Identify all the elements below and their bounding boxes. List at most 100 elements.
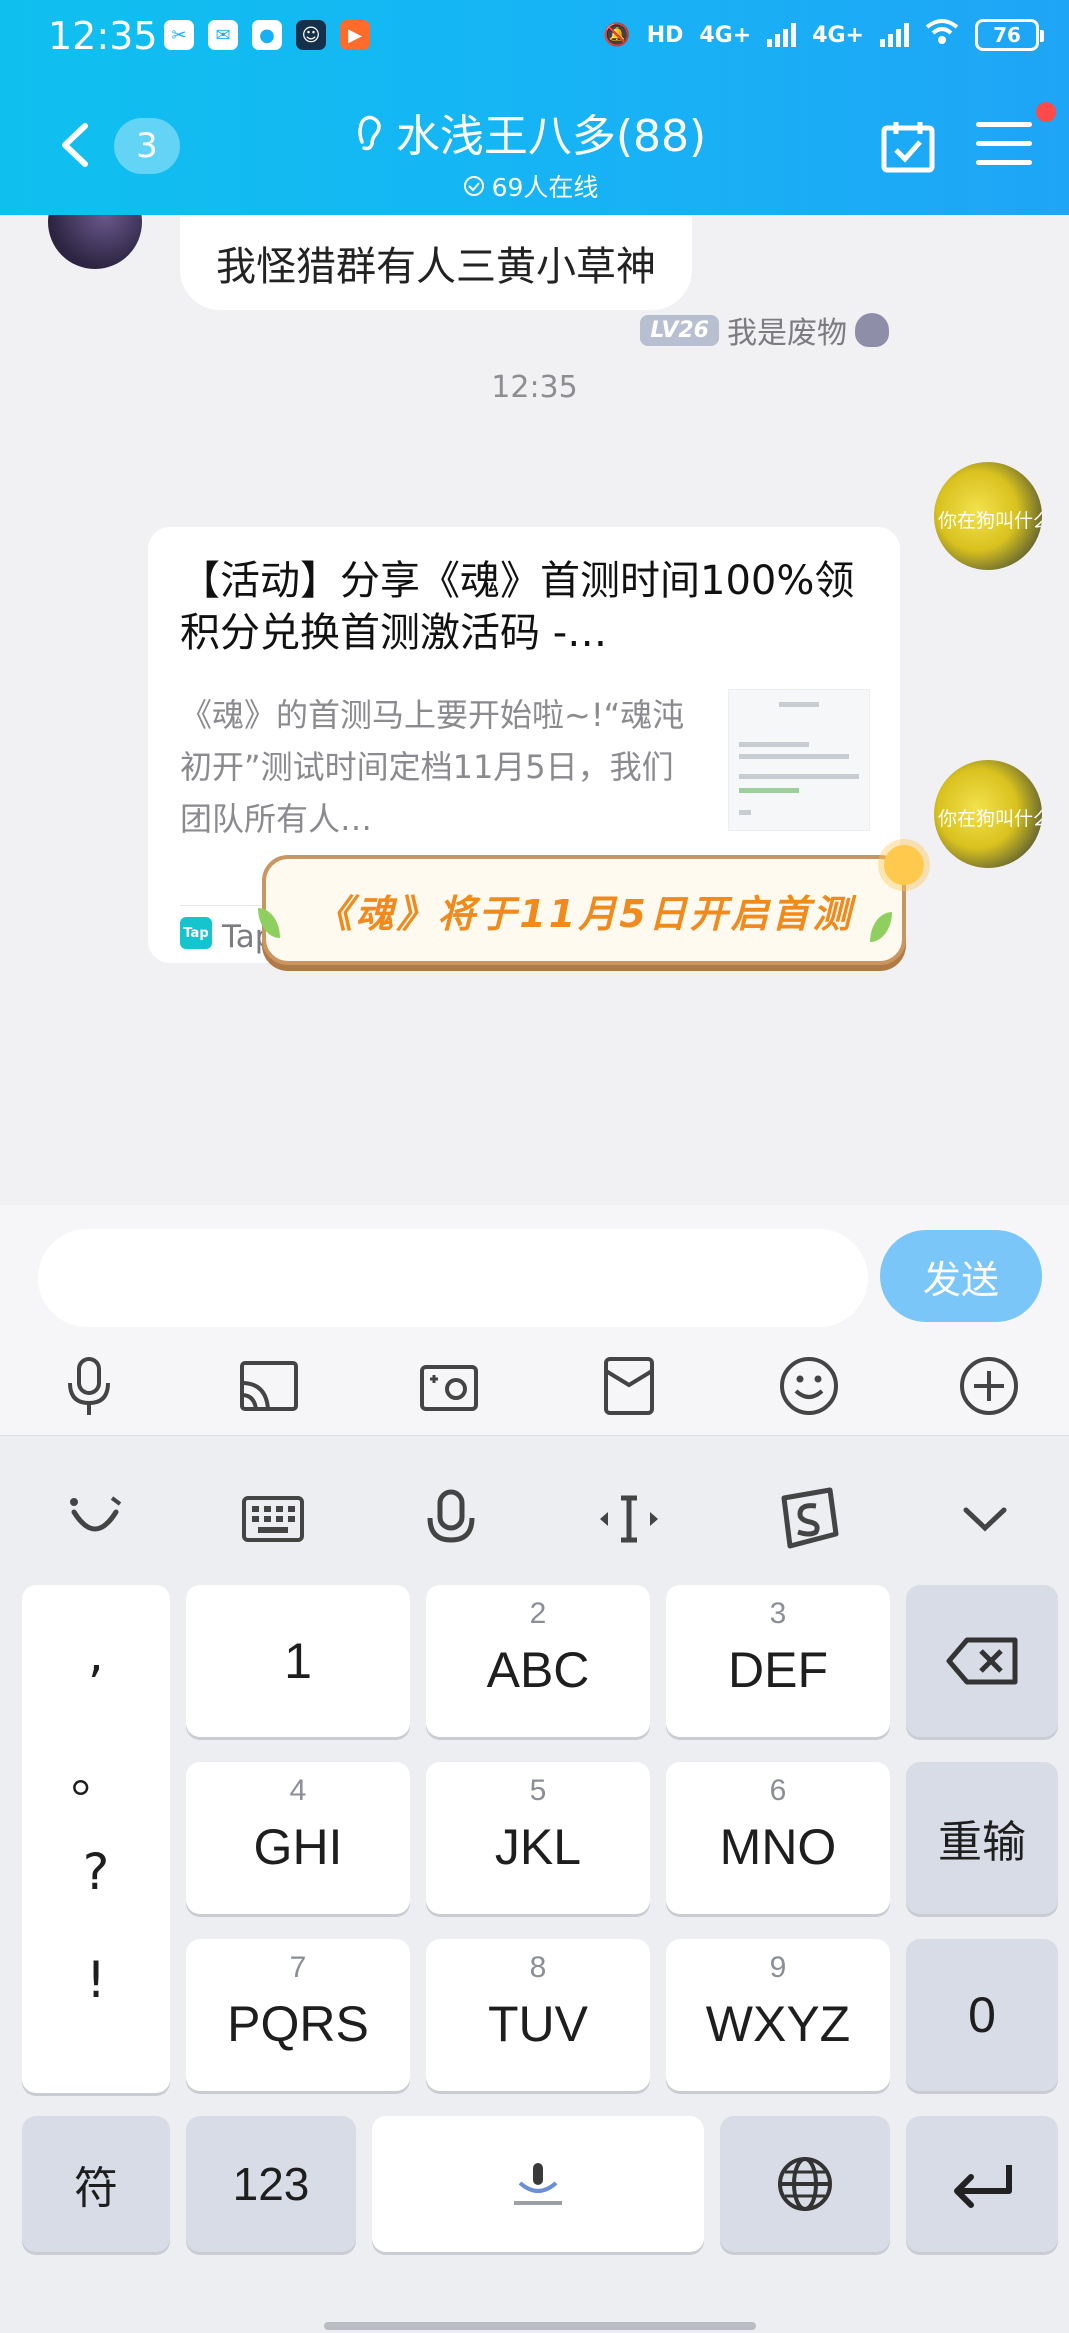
sender-meta: LV26 我是废物 — [640, 308, 889, 352]
return-arrow-icon — [954, 2165, 1012, 2208]
status-time: 12:35 — [48, 14, 158, 58]
message-list[interactable]: 我怪猎群有人三黄小草神 12:35 LV26 我是废物 你在狗叫什么 【活动】分… — [0, 215, 1069, 1205]
network-label-2: 4G+ — [812, 22, 864, 48]
key-label: GHI — [253, 1819, 343, 1875]
unread-count-badge[interactable]: 3 — [114, 118, 180, 174]
key-label: JKL — [494, 1819, 582, 1875]
input-bar: 发送 — [0, 1205, 1069, 1440]
avatar-caption: 你在狗叫什么 — [938, 510, 1042, 532]
globe-icon — [778, 2157, 832, 2211]
menu-icon[interactable] — [976, 122, 1032, 170]
chevron-down-icon[interactable] — [950, 1484, 1020, 1554]
sticker-message[interactable]: 《魂》将于11月5日开启首测 — [262, 855, 906, 965]
key-label: 0 — [968, 1987, 996, 2043]
online-count: 69人在线 — [491, 173, 599, 202]
keyboard-switch-icon[interactable] — [238, 1484, 308, 1554]
key-2-abc[interactable]: 2 ABC — [426, 1585, 650, 1737]
chat-header: 12:35 ✂ ✉ ● ☺ ▶ 🔕 HD 4G+ 4G+ 76 3 水浅王八多(… — [0, 0, 1069, 215]
symbol-key[interactable]: 符 — [22, 2116, 170, 2252]
voice-input-icon[interactable] — [416, 1484, 486, 1554]
sogou-skin-icon[interactable] — [772, 1484, 842, 1554]
network-label-1: 4G+ — [699, 22, 752, 48]
status-right: 🔕 HD 4G+ 4G+ 76 — [603, 18, 1044, 52]
level-badge: LV26 — [640, 314, 719, 346]
key-1[interactable]: 1 — [186, 1585, 410, 1737]
signal-icon — [767, 23, 797, 47]
signal-icon-2 — [880, 23, 909, 47]
key-label: WXYZ — [705, 1996, 851, 2052]
home-indicator[interactable] — [324, 2322, 756, 2330]
red-packet-icon[interactable] — [596, 1353, 662, 1419]
video-app-icon: ▶ — [340, 20, 370, 50]
cursor-move-icon[interactable] — [594, 1484, 664, 1554]
key-9-wxyz[interactable]: 9 WXYZ — [666, 1939, 890, 2091]
robot-app-icon: ☺ — [296, 20, 326, 50]
key-7-pqrs[interactable]: 7 PQRS — [186, 1939, 410, 2091]
status-bar: 12:35 ✂ ✉ ● ☺ ▶ 🔕 HD 4G+ 4G+ 76 — [0, 0, 1069, 72]
notification-dot — [1036, 102, 1056, 122]
wifi-icon — [925, 18, 959, 52]
group-title: 水浅王八多(88) — [395, 111, 707, 162]
battery-level: 76 — [993, 23, 1021, 47]
app-notification-icon: ✂ — [164, 20, 194, 50]
key-label: PQRS — [227, 1996, 369, 2052]
punct-comma-key[interactable]: , — [22, 1625, 170, 1683]
calendar-icon[interactable] — [880, 118, 936, 174]
key-number: 3 — [769, 1597, 787, 1630]
key-0[interactable]: 0 — [906, 1939, 1058, 2091]
avatar-caption: 你在狗叫什么 — [938, 808, 1042, 830]
emoji-icon[interactable] — [776, 1353, 842, 1419]
mute-icon: 🔕 — [603, 22, 631, 48]
keyboard-toolbar — [0, 1436, 1069, 1586]
key-label: TUV — [488, 1996, 588, 2052]
ear-icon — [358, 115, 381, 151]
back-arrow-icon[interactable] — [55, 120, 95, 170]
online-status: 69人在线 — [330, 168, 730, 204]
hd-icon: HD — [646, 22, 684, 48]
numeric-key[interactable]: 123 — [186, 2116, 356, 2252]
key-5-jkl[interactable]: 5 JKL — [426, 1762, 650, 1914]
key-number: 4 — [289, 1774, 307, 1807]
message-input[interactable] — [38, 1229, 868, 1327]
message-icon: ● — [252, 20, 282, 50]
keyboard-emoji-icon[interactable] — [60, 1484, 130, 1554]
key-label: 123 — [232, 2158, 310, 2210]
key-3-def[interactable]: 3 DEF — [666, 1585, 890, 1737]
taptap-logo-icon: Tap — [180, 917, 212, 949]
key-4-ghi[interactable]: 4 GHI — [186, 1762, 410, 1914]
group-title-area[interactable]: 水浅王八多(88) 69人在线 — [330, 100, 730, 204]
card-description: 《魂》的首测马上要开始啦~!“魂沌初开”测试时间定档11月5日，我们团队所有人… — [180, 696, 685, 838]
enter-key[interactable] — [906, 2116, 1058, 2252]
language-key[interactable] — [720, 2116, 890, 2252]
send-button[interactable]: 发送 — [880, 1230, 1042, 1322]
key-label: ABC — [486, 1642, 590, 1698]
microphone-icon[interactable] — [56, 1353, 122, 1419]
punct-exclaim-key[interactable]: ! — [22, 1951, 170, 2009]
key-number: 7 — [289, 1951, 307, 1984]
key-8-tuv[interactable]: 8 TUV — [426, 1939, 650, 2091]
card-title: 【活动】分享《魂》首测时间100%领积分兑换首测激活码 -… — [180, 558, 855, 656]
plus-icon[interactable] — [956, 1353, 1022, 1419]
punctuation-column[interactable]: , 。 ? ! — [22, 1585, 170, 2093]
message-bubble[interactable]: 我怪猎群有人三黄小草神 — [180, 215, 692, 310]
avatar[interactable]: 你在狗叫什么 — [934, 760, 1042, 868]
space-key[interactable] — [372, 2116, 704, 2252]
key-number: 5 — [529, 1774, 547, 1807]
reenter-key[interactable]: 重输 — [906, 1762, 1058, 1914]
key-6-mno[interactable]: 6 MNO — [666, 1762, 890, 1914]
photo-icon[interactable] — [416, 1353, 482, 1419]
screen-cast-icon[interactable] — [236, 1353, 302, 1419]
punct-period-key[interactable]: 。 — [22, 1735, 170, 1807]
punct-question-key[interactable]: ? — [22, 1843, 170, 1901]
backspace-icon — [946, 1637, 1018, 1685]
backspace-key[interactable] — [906, 1585, 1058, 1737]
avatar[interactable] — [48, 215, 142, 269]
key-label: 符 — [74, 2164, 118, 2213]
space-mic-icon — [514, 2163, 562, 2205]
sender-name[interactable]: 我是废物 — [727, 308, 847, 352]
group-title-row: 水浅王八多(88) — [330, 100, 730, 164]
avatar[interactable]: 你在狗叫什么 — [934, 462, 1042, 570]
notification-icons: ✂ ✉ ● ☺ ▶ — [164, 20, 370, 50]
key-label: 重输 — [938, 1818, 1026, 1867]
sticker-text: 《魂》将于11月5日开启首测 — [314, 891, 854, 936]
